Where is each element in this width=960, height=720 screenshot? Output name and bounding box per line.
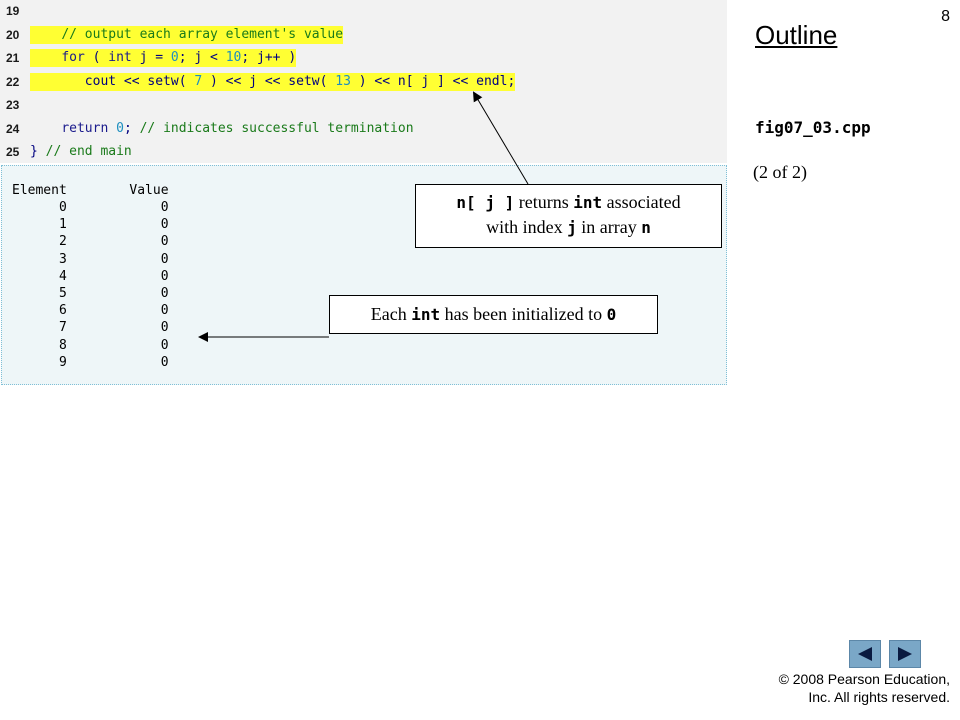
code-token: 0 bbox=[116, 120, 124, 136]
callout-text: Each bbox=[370, 304, 412, 324]
callout-initialized: Each int has been initialized to 0 bbox=[329, 295, 658, 334]
code-token: ; j < bbox=[178, 50, 226, 65]
output-row: 6 0 bbox=[12, 303, 169, 319]
code-token: 0 bbox=[170, 50, 179, 65]
outline-title[interactable]: Outline bbox=[755, 20, 837, 51]
page-part: (2 of 2) bbox=[753, 162, 807, 182]
code-token: 10 bbox=[225, 50, 242, 65]
code-token: 13 bbox=[335, 73, 351, 89]
line-number: 22 bbox=[6, 74, 20, 89]
callout-code-int: int bbox=[411, 305, 441, 324]
code-text: // output each array element's value bbox=[30, 25, 344, 44]
line-number: 20 bbox=[6, 27, 20, 42]
callout-code-zero: 0 bbox=[606, 305, 617, 324]
copyright-notice: © 2008 Pearson Education, Inc. All right… bbox=[730, 670, 950, 706]
callout-array-access: n[ j ] returns int associated with index… bbox=[415, 184, 722, 248]
code-token: int bbox=[108, 50, 132, 65]
output-row: 2 0 bbox=[12, 234, 169, 250]
line-number: 21 bbox=[6, 51, 20, 65]
next-slide-button[interactable] bbox=[889, 640, 921, 668]
callout-text: associated bbox=[602, 192, 681, 212]
copyright-line: Inc. All rights reserved. bbox=[808, 689, 950, 705]
file-name: fig07_03.cpp bbox=[755, 118, 871, 137]
copyright-line: © 2008 Pearson Education, bbox=[778, 671, 950, 687]
output-row: 5 0 bbox=[12, 286, 169, 301]
code-token: ) << j << setw( bbox=[202, 73, 336, 89]
code-token: } bbox=[30, 144, 46, 159]
output-row: 0 0 bbox=[12, 200, 169, 215]
code-text: for ( int j = 0; j < 10; j++ ) bbox=[30, 49, 297, 67]
code-token: ) << n[ j ] << endl; bbox=[350, 73, 516, 89]
callout-text: in array bbox=[576, 217, 642, 237]
callout-code-n: n bbox=[641, 218, 651, 237]
output-row: 9 0 bbox=[12, 354, 169, 370]
previous-slide-button[interactable] bbox=[849, 640, 881, 668]
code-text: } // end main bbox=[30, 143, 132, 161]
triangle-right-icon bbox=[898, 647, 912, 661]
output-row: 4 0 bbox=[12, 268, 169, 284]
output-row: 7 0 bbox=[12, 320, 169, 336]
code-token: for bbox=[61, 50, 85, 65]
code-token: // indicates successful termination bbox=[139, 120, 414, 136]
code-token: j = bbox=[131, 50, 171, 65]
code-token: ; j++ ) bbox=[241, 50, 297, 65]
code-token: return bbox=[61, 120, 109, 136]
callout-text: has been initialized to bbox=[440, 304, 607, 324]
callout-text: returns bbox=[514, 192, 574, 212]
line-number: 23 bbox=[6, 98, 20, 112]
code-text: cout << setw( 7 ) << j << setw( 13 ) << … bbox=[30, 72, 516, 91]
output-header: Element Value bbox=[12, 183, 169, 198]
code-token: cout << setw( bbox=[30, 73, 195, 89]
line-number: 24 bbox=[6, 121, 20, 136]
code-listing: 19 20 // output each array element's valu… bbox=[0, 0, 727, 163]
code-token: // output each array element's value bbox=[61, 26, 344, 42]
code-token: ; bbox=[123, 120, 140, 136]
callout-code-int: int bbox=[573, 193, 603, 212]
output-row: 3 0 bbox=[12, 251, 169, 267]
code-token: ( bbox=[84, 50, 109, 65]
line-number: 25 bbox=[6, 145, 20, 159]
slide-number: 8 bbox=[941, 8, 950, 25]
output-row: 1 0 bbox=[12, 217, 169, 233]
callout-code-n-j: n[ j ] bbox=[456, 193, 515, 212]
callout-code-j: j bbox=[567, 218, 577, 237]
output-row: 8 0 bbox=[12, 337, 169, 353]
code-text: return 0; // indicates successful termin… bbox=[30, 120, 414, 138]
code-token: // end main bbox=[45, 144, 132, 159]
triangle-left-icon bbox=[858, 647, 872, 661]
callout-text: with index bbox=[486, 217, 568, 237]
line-number: 19 bbox=[6, 4, 20, 18]
